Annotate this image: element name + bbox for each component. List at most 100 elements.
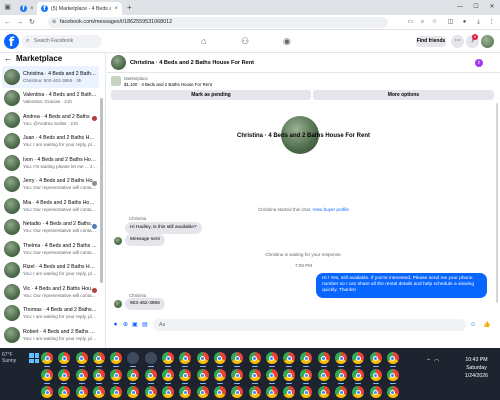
chrome-taskbar-icon[interactable] [161,385,175,400]
account-avatar[interactable] [481,35,494,48]
conversation-item[interactable]: Thomas · 4 Beds and 2 Baths H... You: I a… [2,303,99,325]
conversation-item[interactable]: Rizel · 4 Beds and 2 Baths House... You: … [2,260,99,282]
chrome-taskbar-icon[interactable] [196,385,210,400]
chrome-taskbar-icon[interactable] [57,385,71,400]
chrome-taskbar-icon[interactable] [369,351,383,367]
friends-icon[interactable]: ⚇ [241,36,249,47]
conversation-item[interactable]: Valentina · 4 Beds and 2 Baths Hous...Va… [2,88,99,110]
chrome-taskbar-icon[interactable] [109,368,123,384]
chrome-taskbar-icon[interactable] [386,385,400,400]
chrome-taskbar-icon[interactable] [75,368,89,384]
listing-card[interactable]: Marketplace $1,100 · 4 Beds and 2 Baths … [111,74,494,88]
minimize-icon[interactable]: — [452,0,468,15]
chrome-taskbar-icon[interactable] [317,351,331,367]
chrome-taskbar-icon[interactable] [369,368,383,384]
close-tab-icon[interactable]: × [114,6,118,12]
wifi-icon[interactable]: ◠ [434,358,439,365]
chrome-taskbar-icon[interactable] [92,351,106,367]
chrome-taskbar-icon[interactable] [334,385,348,400]
chrome-taskbar-icon[interactable] [196,351,210,367]
profile-icon[interactable]: ● [460,18,469,27]
browser-menu-icon[interactable]: ⋮ [487,18,496,27]
chrome-taskbar-icon[interactable] [109,385,123,400]
mark-as-pending-button[interactable]: Mark as pending [111,90,311,100]
windows-start-icon[interactable] [29,353,39,363]
chrome-taskbar-icon[interactable] [178,351,192,367]
weather-widget[interactable]: 67°F Sunny [2,352,16,364]
microphone-icon[interactable]: ⏺ [114,321,117,329]
reload-icon[interactable]: ↻ [29,18,35,27]
chrome-taskbar-icon[interactable] [126,368,140,384]
chrome-taskbar-icon[interactable] [248,385,262,400]
chat-avatar[interactable] [111,55,126,70]
conversation-item[interactable]: Christina · 4 Beds and 2 Baths Hous...Ch… [2,66,99,88]
chrome-taskbar-icon[interactable] [334,368,348,384]
back-arrow-icon[interactable]: ← [4,18,11,27]
chrome-taskbar-icon[interactable] [351,385,365,400]
conversation-item[interactable]: Netadio · 4 Beds and 2 Baths Hou...You: … [2,217,99,239]
emoji-icon[interactable]: ☺ [470,321,476,329]
conversation-item[interactable]: Robert · 4 Beds and 2 Baths Hou... You: I… [2,324,99,346]
chrome-taskbar-icon[interactable] [178,385,192,400]
conversation-item[interactable]: Thelma · 4 Beds and 2 Baths Ho... You: Ou… [2,238,99,260]
forward-arrow-icon[interactable]: → [16,18,23,27]
incoming-message[interactable]: Hi Hadley, is this still available? [125,222,202,234]
chrome-taskbar-icon[interactable] [265,385,279,400]
chrome-taskbar-icon[interactable] [230,385,244,400]
chrome-taskbar-icon[interactable] [144,368,158,384]
chrome-taskbar-icon[interactable] [57,351,71,367]
sidebar-scrollbar[interactable] [100,98,103,283]
chrome-taskbar-icon[interactable] [299,368,313,384]
chrome-taskbar-icon[interactable] [334,351,348,367]
clock[interactable]: 10:43 PM Saturday 1/24/2026 [465,356,488,380]
like-thumb-icon[interactable]: 👍 [483,321,490,329]
conversation-item[interactable]: Jerry · 4 Beds and 2 Baths Ho... You: Our… [2,174,99,196]
back-arrow-icon[interactable]: ← [4,54,12,63]
downloads-icon[interactable]: ⤓ [474,18,483,27]
chrome-taskbar-icon[interactable] [213,351,227,367]
chevron-up-icon[interactable]: ⌃ [426,358,431,365]
find-friends-button[interactable]: Find friends [416,36,446,47]
incoming-message[interactable]: Message sent [125,234,165,246]
url-field[interactable]: ⊜ facebook.com/messages/t/18625595310680… [48,17,388,28]
chrome-taskbar-icon[interactable] [265,368,279,384]
conversation-item[interactable]: Juan · 4 Beds and 2 Baths House... You: I… [2,131,99,153]
chrome-taskbar-icon[interactable] [299,385,313,400]
chrome-taskbar-icon[interactable] [92,368,106,384]
taskbar-app-icon[interactable] [126,351,140,367]
view-buyer-profile-link[interactable]: View buyer profile [312,207,348,212]
browser-tab-active[interactable]: f (5) Marketplace - 4 Beds and × [37,2,122,15]
chrome-taskbar-icon[interactable] [351,351,365,367]
chrome-taskbar-icon[interactable] [161,351,175,367]
chrome-taskbar-icon[interactable] [317,368,331,384]
chrome-taskbar-icon[interactable] [40,351,54,367]
chrome-taskbar-icon[interactable] [369,385,383,400]
chrome-taskbar-icon[interactable] [282,385,296,400]
chrome-taskbar-icon[interactable] [92,385,106,400]
close-tab-icon[interactable]: × [30,6,34,12]
chrome-taskbar-icon[interactable] [265,351,279,367]
chrome-taskbar-icon[interactable] [144,385,158,400]
chrome-taskbar-icon[interactable] [75,385,89,400]
chrome-taskbar-icon[interactable] [230,351,244,367]
chrome-taskbar-icon[interactable] [386,368,400,384]
facebook-search-input[interactable]: ⌕ Search Facebook [22,35,102,48]
close-window-icon[interactable]: ✕ [484,0,500,15]
info-icon[interactable]: i [475,59,483,67]
groups-icon[interactable]: ◉ [283,36,291,47]
maximize-icon[interactable]: ☐ [468,0,484,15]
bookmark-star-icon[interactable]: ☆ [430,18,439,27]
chrome-taskbar-icon[interactable] [248,368,262,384]
chrome-taskbar-icon[interactable] [40,385,54,400]
chrome-taskbar-icon[interactable] [248,351,262,367]
more-options-button[interactable]: More options [313,90,494,100]
message-input[interactable]: Aa [153,319,466,331]
chat-scrollbar[interactable] [496,103,498,303]
chrome-taskbar-icon[interactable] [351,368,365,384]
chrome-taskbar-icon[interactable] [282,351,296,367]
add-attachment-icon[interactable]: ⊕ [123,321,128,329]
cast-icon[interactable]: ▭ [406,18,415,27]
conversation-item[interactable]: Mia · 4 Beds and 2 Baths House... You: Ou… [2,195,99,217]
facebook-logo-icon[interactable]: f [4,34,19,49]
chrome-taskbar-icon[interactable] [230,368,244,384]
